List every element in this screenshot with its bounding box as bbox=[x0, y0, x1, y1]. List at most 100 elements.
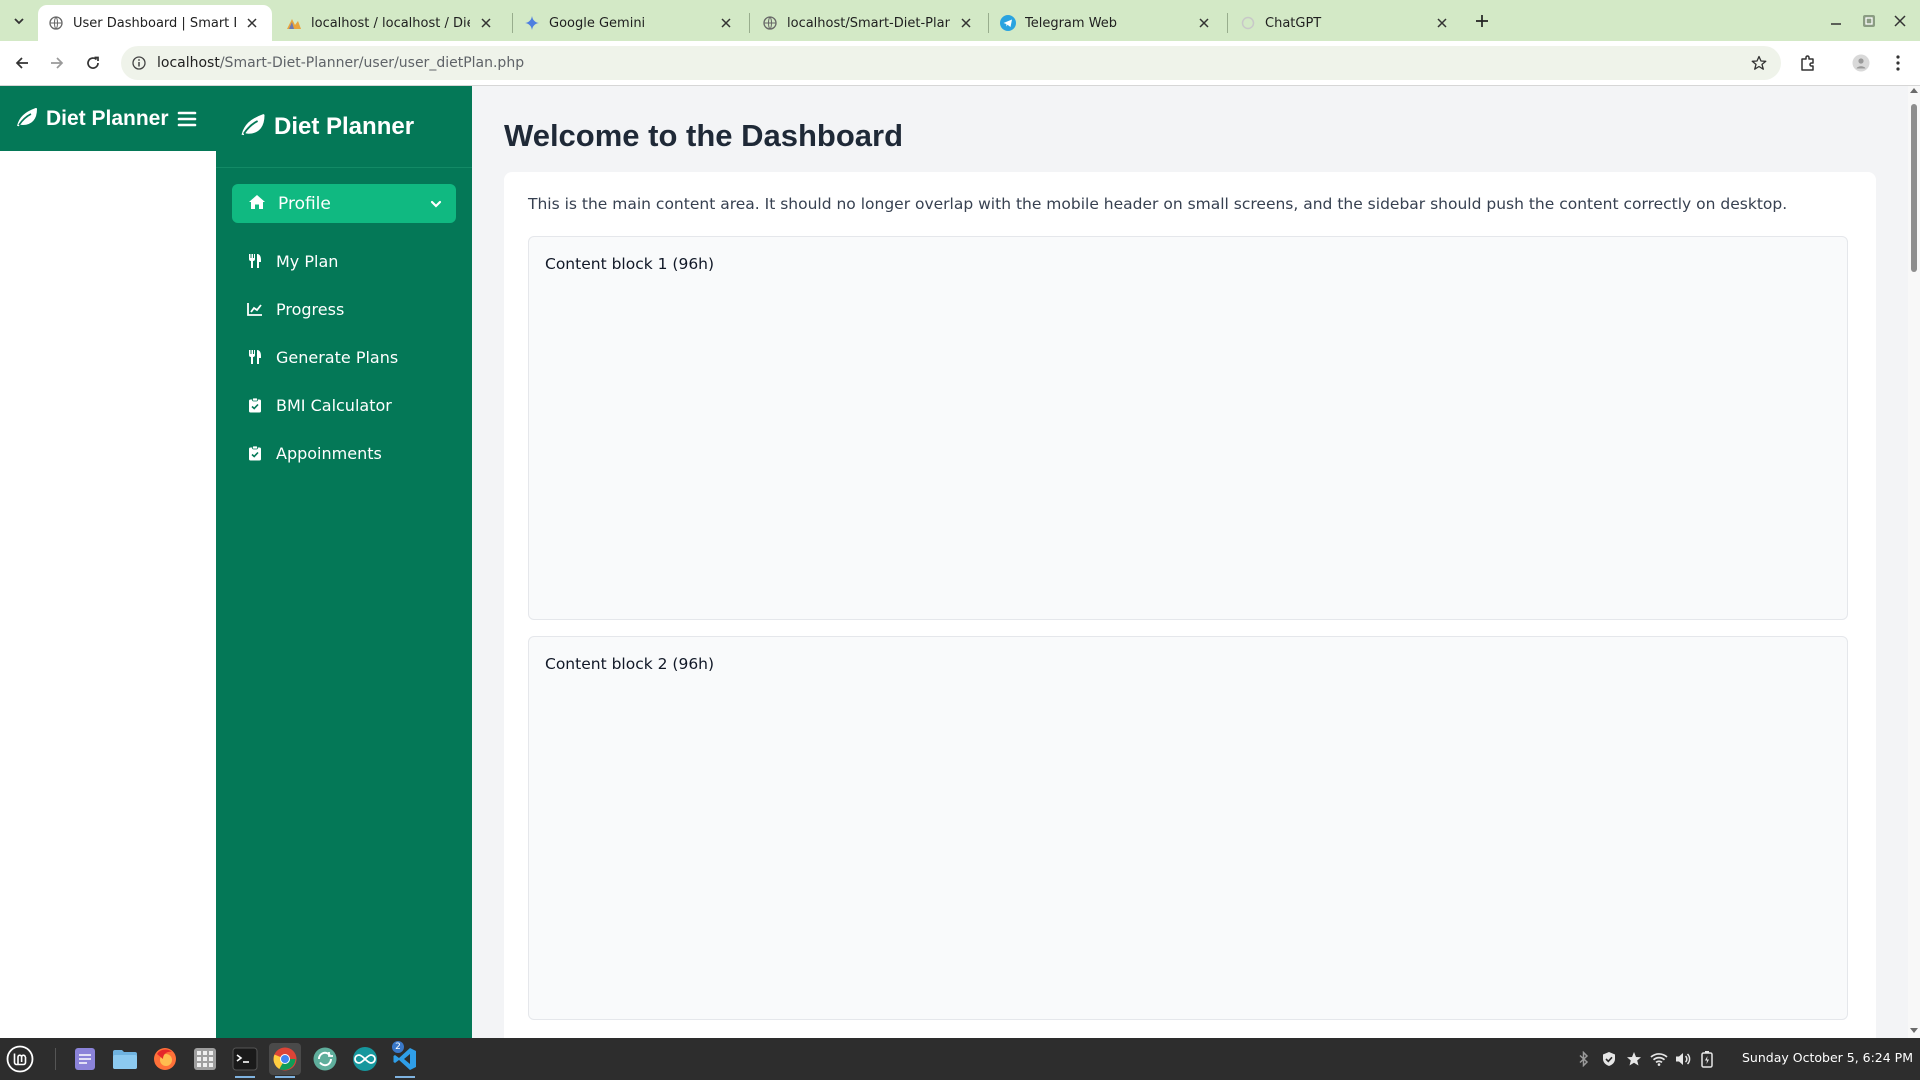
close-icon[interactable] bbox=[718, 15, 734, 31]
minimize-button[interactable] bbox=[1822, 8, 1850, 34]
url-text[interactable]: localhost/Smart-Diet-Planner/user/user_d… bbox=[157, 55, 524, 71]
extensions-button[interactable] bbox=[1795, 50, 1821, 76]
content-block-label: Content block 1 (96h) bbox=[545, 255, 715, 273]
content-block: Content block 2 (96h) bbox=[528, 636, 1848, 1020]
browser-tab[interactable]: ChatGPT bbox=[1230, 5, 1462, 41]
files-launcher[interactable] bbox=[109, 1043, 141, 1075]
forward-button[interactable] bbox=[43, 49, 71, 77]
sidebar-item-label: Appoinments bbox=[276, 443, 382, 463]
close-icon[interactable] bbox=[958, 15, 974, 31]
settings-launcher[interactable] bbox=[309, 1043, 341, 1075]
shield-tray-icon[interactable] bbox=[1600, 1050, 1618, 1068]
tab-title: localhost/Smart-Diet-Planne bbox=[787, 15, 950, 31]
sidebar-item-label: Generate Plans bbox=[276, 347, 399, 367]
star-tray-icon[interactable] bbox=[1625, 1050, 1643, 1068]
new-tab-button[interactable] bbox=[1469, 8, 1495, 34]
text-editor-launcher[interactable] bbox=[69, 1043, 101, 1075]
sidebar-item-profile[interactable]: Profile bbox=[232, 184, 456, 223]
start-menu-button[interactable] bbox=[4, 1043, 36, 1075]
browser-toolbar: localhost/Smart-Diet-Planner/user/user_d… bbox=[0, 41, 1920, 86]
bluetooth-tray-icon[interactable] bbox=[1575, 1050, 1593, 1068]
taskbar-clock[interactable]: Sunday October 5, 6:24 PM bbox=[1742, 1050, 1913, 1065]
wifi-tray-icon[interactable] bbox=[1650, 1050, 1668, 1068]
chevron-down-icon bbox=[430, 194, 442, 213]
browser-tab[interactable]: Telegram Web bbox=[990, 5, 1224, 41]
profile-avatar[interactable] bbox=[1848, 50, 1874, 76]
scroll-down-arrow-icon[interactable] bbox=[1910, 1028, 1918, 1033]
close-icon[interactable] bbox=[478, 15, 494, 31]
terminal-launcher[interactable] bbox=[229, 1043, 261, 1078]
close-icon[interactable] bbox=[1434, 15, 1450, 31]
app-grid-launcher[interactable] bbox=[189, 1043, 221, 1075]
taskbar-separator bbox=[55, 1048, 56, 1070]
firefox-icon bbox=[154, 1048, 176, 1070]
volume-tray-icon[interactable] bbox=[1674, 1050, 1692, 1068]
sidebar-item-label: My Plan bbox=[276, 251, 339, 271]
close-icon[interactable] bbox=[244, 15, 260, 31]
gemini-icon bbox=[524, 15, 540, 31]
update-manager-icon bbox=[313, 1047, 337, 1071]
avatar-icon bbox=[1852, 54, 1870, 72]
url-host: localhost bbox=[157, 55, 220, 71]
reload-button[interactable] bbox=[79, 49, 107, 77]
browser-tab[interactable]: localhost/Smart-Diet-Planne bbox=[752, 5, 986, 41]
mobile-brand[interactable]: Diet Planner bbox=[46, 107, 169, 131]
tab-separator bbox=[988, 13, 989, 33]
address-bar[interactable]: localhost/Smart-Diet-Planner/user/user_d… bbox=[121, 46, 1781, 80]
firefox-launcher[interactable] bbox=[149, 1043, 181, 1075]
chart-line-icon bbox=[246, 300, 264, 318]
intro-text: This is the main content area. It should… bbox=[528, 195, 1788, 213]
sidebar-item-progress[interactable]: Progress bbox=[246, 294, 344, 324]
content-card: This is the main content area. It should… bbox=[504, 172, 1876, 1038]
sidebar-brand-name: Diet Planner bbox=[274, 112, 415, 140]
browser-menu-button[interactable] bbox=[1885, 50, 1911, 76]
scroll-up-arrow-icon[interactable] bbox=[1910, 88, 1918, 93]
browser-tab-active[interactable]: User Dashboard | Smart Diet bbox=[38, 5, 272, 41]
close-icon[interactable] bbox=[1196, 15, 1212, 31]
browser-tab[interactable]: localhost / localhost / DietPl bbox=[276, 5, 506, 41]
content-block: Content block 1 (96h) bbox=[528, 236, 1848, 620]
tab-title: localhost / localhost / DietPl bbox=[311, 15, 470, 31]
plus-icon bbox=[1476, 15, 1488, 27]
battery-tray-icon[interactable] bbox=[1698, 1050, 1716, 1068]
web-page: Diet Planner Diet Planner Profile My Pla… bbox=[0, 86, 1920, 1038]
sidebar: Diet Planner Profile My Plan Progress Ge… bbox=[216, 86, 472, 1038]
sidebar-item-my-plan[interactable]: My Plan bbox=[246, 246, 338, 276]
minimize-icon bbox=[1831, 23, 1841, 25]
scrollbar-thumb[interactable] bbox=[1911, 104, 1917, 272]
tab-title: Google Gemini bbox=[549, 15, 646, 31]
close-window-button[interactable] bbox=[1886, 8, 1914, 34]
mint-logo-icon bbox=[6, 1045, 34, 1073]
tab-separator bbox=[749, 13, 750, 33]
hamburger-menu-icon[interactable] bbox=[177, 110, 197, 128]
home-icon bbox=[248, 194, 266, 214]
chrome-launcher[interactable] bbox=[269, 1043, 301, 1078]
clipboard-check-icon bbox=[246, 396, 264, 414]
close-icon bbox=[1894, 15, 1906, 27]
clipboard-check-icon bbox=[246, 444, 264, 462]
restore-button[interactable] bbox=[1855, 8, 1883, 34]
site-info-icon[interactable] bbox=[130, 54, 148, 72]
browser-tab[interactable]: Google Gemini bbox=[514, 5, 746, 41]
utensils-icon bbox=[246, 252, 264, 270]
tab-search-button[interactable] bbox=[6, 8, 32, 34]
phpmyadmin-icon bbox=[286, 15, 302, 31]
browser-tab-bar: User Dashboard | Smart Diet localhost / … bbox=[0, 0, 1920, 41]
back-button[interactable] bbox=[8, 49, 36, 77]
arduino-launcher[interactable] bbox=[349, 1043, 381, 1075]
globe-icon bbox=[762, 15, 778, 31]
workspace-badge: 2 bbox=[392, 1041, 404, 1053]
telegram-icon bbox=[1000, 15, 1016, 31]
sidebar-item-generate-plans[interactable]: Generate Plans bbox=[246, 342, 398, 372]
bookmark-star-icon[interactable] bbox=[1749, 53, 1769, 73]
arrow-left-icon bbox=[15, 57, 28, 69]
page-title: Welcome to the Dashboard bbox=[504, 118, 904, 153]
sidebar-item-appointments[interactable]: Appoinments bbox=[246, 438, 382, 468]
app-grid-icon bbox=[194, 1048, 216, 1070]
sidebar-item-bmi-calculator[interactable]: BMI Calculator bbox=[246, 390, 392, 420]
sidebar-item-label: Profile bbox=[278, 193, 331, 214]
page-scrollbar[interactable] bbox=[1908, 86, 1920, 1038]
tab-title: User Dashboard | Smart Diet bbox=[73, 15, 236, 31]
main-content: Welcome to the Dashboard This is the mai… bbox=[472, 86, 1908, 1038]
sidebar-brand[interactable]: Diet Planner bbox=[216, 86, 472, 168]
